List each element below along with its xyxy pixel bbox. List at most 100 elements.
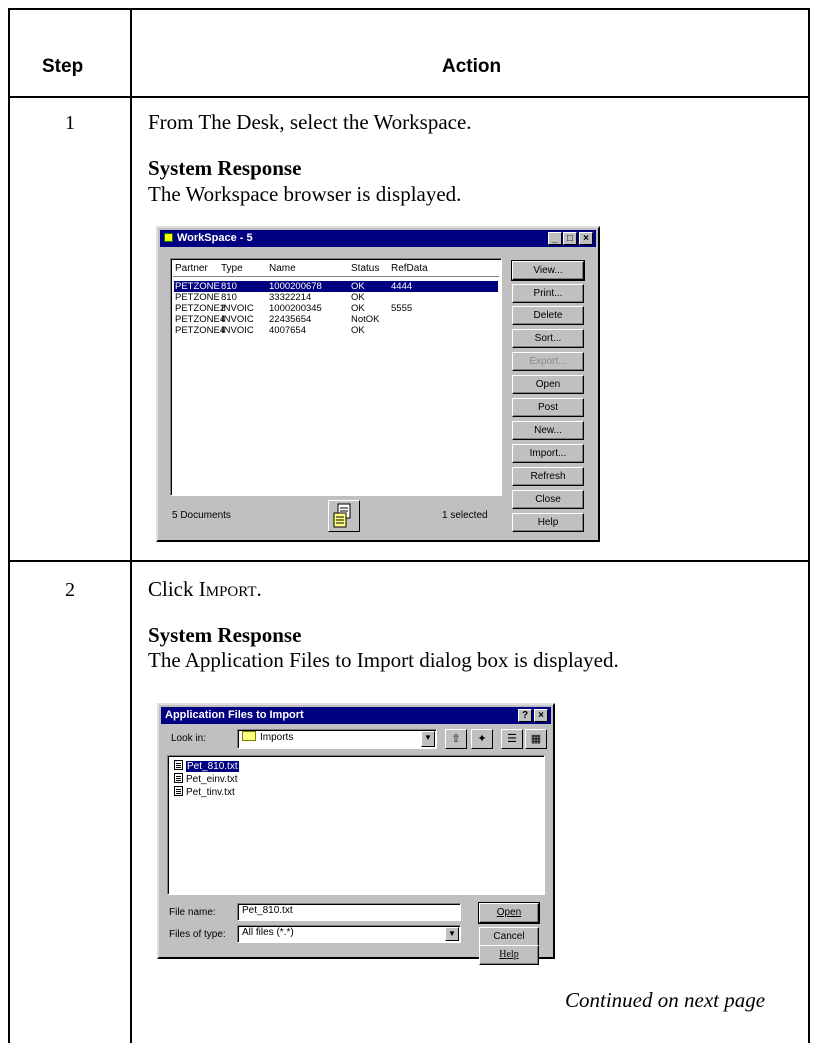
text-file-icon bbox=[174, 786, 183, 796]
cell-status: OK bbox=[351, 325, 365, 336]
cell-refdata: 5555 bbox=[391, 303, 413, 314]
file-name: Pet_810.txt bbox=[186, 761, 239, 772]
header-action: Action bbox=[442, 56, 502, 77]
close-button[interactable]: Close bbox=[512, 490, 584, 509]
table-border-left bbox=[8, 8, 10, 1043]
file-name-field[interactable]: Pet_810.txt bbox=[237, 903, 461, 921]
look-in-select[interactable]: Imports ▼ bbox=[237, 729, 437, 749]
cell-partner: PETZONE4 bbox=[175, 325, 226, 336]
file-name-value: Pet_810.txt bbox=[242, 905, 293, 916]
cancel-button[interactable]: Cancel bbox=[479, 927, 539, 947]
text-file-icon bbox=[174, 760, 183, 770]
sort-button[interactable]: Sort... bbox=[512, 329, 584, 348]
list-item[interactable]: Pet_tinv.txt bbox=[174, 786, 235, 798]
column-header-status[interactable]: Status bbox=[351, 263, 379, 274]
files-of-type-select[interactable]: All files (*.*) ▼ bbox=[237, 925, 461, 943]
list-item[interactable]: Pet_810.txt bbox=[174, 760, 239, 772]
export-button[interactable]: Export... bbox=[512, 352, 584, 371]
file-name-label: File name: bbox=[169, 907, 216, 918]
table-column-divider bbox=[130, 8, 132, 1043]
header-step: Step bbox=[42, 56, 84, 77]
file-name: Pet_einv.txt bbox=[186, 774, 238, 785]
print-button[interactable]: Print... bbox=[512, 284, 584, 303]
import-dialog-title-bar: Application Files to Import ? × bbox=[161, 707, 551, 724]
cell-refdata: 4444 bbox=[391, 281, 413, 292]
cell-partner: PETZONE bbox=[175, 292, 220, 303]
instruction-suffix: . bbox=[256, 577, 262, 601]
help-question-icon[interactable]: ? bbox=[518, 709, 532, 722]
table-row[interactable]: PETZONE 810 1000200678 OK 4444 bbox=[174, 281, 498, 292]
help-button-dialog[interactable]: Help bbox=[479, 945, 539, 965]
import-button[interactable]: Import... bbox=[512, 444, 584, 463]
chevron-down-icon[interactable]: ▼ bbox=[421, 731, 435, 747]
folder-icon bbox=[242, 731, 256, 741]
new-folder-icon[interactable]: ✦ bbox=[471, 729, 493, 749]
workspace-window: WorkSpace - 5 _ □ × Partner Type Name St… bbox=[156, 226, 600, 542]
step-instruction: Click Import. bbox=[148, 577, 262, 602]
system-response-text: The Application Files to Import dialog b… bbox=[148, 648, 619, 672]
refresh-button[interactable]: Refresh bbox=[512, 467, 584, 486]
instruction-prefix: Click bbox=[148, 577, 199, 601]
open-button[interactable]: Open bbox=[478, 902, 540, 924]
chevron-down-icon[interactable]: ▼ bbox=[445, 927, 459, 941]
system-response-heading: System Response bbox=[148, 156, 302, 180]
document-stack-icon[interactable] bbox=[328, 500, 360, 532]
selected-count: 1 selected bbox=[442, 510, 488, 521]
column-header-partner[interactable]: Partner bbox=[175, 263, 208, 274]
column-header-name[interactable]: Name bbox=[269, 263, 296, 274]
import-dialog: Application Files to Import ? × Look in:… bbox=[157, 703, 555, 959]
import-dialog-title: Application Files to Import bbox=[165, 709, 304, 721]
minimize-icon[interactable]: _ bbox=[548, 232, 562, 245]
table-row[interactable]: PETZONE 810 33322214 OK bbox=[174, 292, 498, 303]
close-icon[interactable]: × bbox=[579, 232, 593, 245]
step-number: 2 bbox=[65, 579, 75, 601]
post-button[interactable]: Post bbox=[512, 398, 584, 417]
cell-status: OK bbox=[351, 303, 365, 314]
help-button[interactable]: Help bbox=[512, 513, 584, 532]
file-list[interactable]: Pet_810.txt Pet_einv.txt Pet_tinv.txt bbox=[167, 755, 545, 895]
column-header-type[interactable]: Type bbox=[221, 263, 243, 274]
cell-name: 4007654 bbox=[269, 325, 306, 336]
close-icon[interactable]: × bbox=[534, 709, 548, 722]
cell-type: 810 bbox=[221, 292, 237, 303]
table-border-top bbox=[8, 8, 810, 10]
maximize-icon[interactable]: □ bbox=[563, 232, 577, 245]
open-button[interactable]: Open bbox=[512, 375, 584, 394]
system-response-text: The Workspace browser is displayed. bbox=[148, 182, 462, 206]
view-button[interactable]: View... bbox=[511, 260, 585, 281]
cell-name: 1000200678 bbox=[269, 281, 322, 292]
table-row[interactable]: PETZONE4 INVOIC 22435654 NotOK bbox=[174, 314, 498, 325]
step-instruction: From The Desk, select the Workspace. bbox=[148, 110, 472, 134]
cell-name: 33322214 bbox=[269, 292, 312, 303]
instruction-action: Import bbox=[198, 577, 257, 601]
table-row-divider bbox=[8, 560, 810, 562]
delete-button[interactable]: Delete bbox=[512, 306, 584, 325]
document-count: 5 Documents bbox=[172, 510, 231, 521]
new-button[interactable]: New... bbox=[512, 421, 584, 440]
cell-status: NotOK bbox=[351, 314, 380, 325]
header-separator bbox=[173, 276, 499, 277]
cell-type: 810 bbox=[221, 281, 237, 292]
look-in-value: Imports bbox=[260, 732, 294, 743]
text-file-icon bbox=[174, 773, 183, 783]
system-response-heading: System Response bbox=[148, 623, 302, 647]
cell-type: INVOIC bbox=[221, 325, 254, 336]
list-view-icon[interactable]: ☰ bbox=[501, 729, 523, 749]
cell-type: INVOIC bbox=[221, 314, 254, 325]
cell-type: INVOIC bbox=[221, 303, 254, 314]
up-folder-icon[interactable]: ⇧ bbox=[445, 729, 467, 749]
table-row[interactable]: PETZONE4 INVOIC 4007654 OK bbox=[174, 325, 498, 336]
document-list[interactable]: Partner Type Name Status RefData PETZONE… bbox=[170, 258, 502, 496]
file-name: Pet_tinv.txt bbox=[186, 787, 235, 798]
table-row[interactable]: PETZONE2 INVOIC 1000200345 OK 5555 bbox=[174, 303, 498, 314]
workspace-title: WorkSpace - 5 bbox=[177, 232, 253, 244]
details-view-icon[interactable]: ▦ bbox=[525, 729, 547, 749]
look-in-label: Look in: bbox=[171, 733, 207, 744]
list-item[interactable]: Pet_einv.txt bbox=[174, 773, 238, 785]
files-of-type-value: All files (*.*) bbox=[242, 927, 294, 938]
cell-partner: PETZONE2 bbox=[175, 303, 226, 314]
continued-note: Continued on next page bbox=[565, 988, 766, 1012]
cell-partner: PETZONE bbox=[175, 281, 220, 292]
files-of-type-label: Files of type: bbox=[169, 929, 226, 940]
column-header-refdata[interactable]: RefData bbox=[391, 263, 428, 274]
